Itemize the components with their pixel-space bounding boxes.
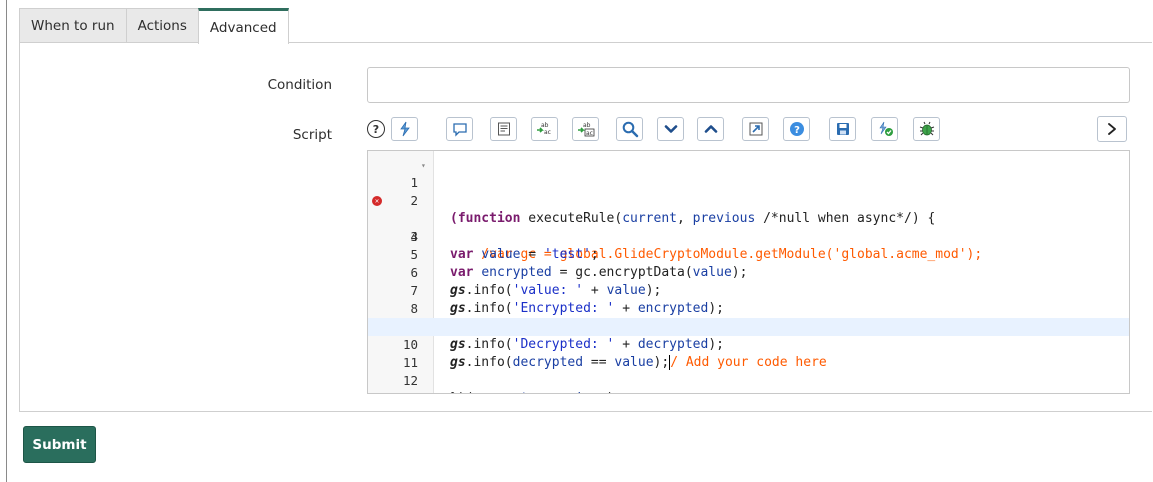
condition-input[interactable]: [367, 67, 1130, 103]
code-line[interactable]: 7 gs.info('Encrypted: ' + encrypted);: [368, 264, 1129, 316]
script-editor[interactable]: 1 ▾ (function executeRule(current, previ…: [367, 150, 1130, 394]
error-icon[interactable]: ✕: [372, 196, 382, 206]
window-left-border: [6, 0, 7, 482]
chevron-down-icon[interactable]: [657, 117, 684, 141]
tab-when-to-run[interactable]: When to run: [19, 8, 127, 43]
code-line[interactable]: 9 gs.info('Decrypted: ' + decrypted);: [368, 300, 1129, 352]
script-help-icon[interactable]: ?: [367, 120, 385, 138]
replace-icon[interactable]: ab ac: [531, 117, 558, 141]
code-line[interactable]: 4 var value = 'test';: [368, 210, 1129, 262]
help-icon[interactable]: ?: [783, 117, 810, 141]
svg-text:ab: ab: [541, 122, 549, 129]
replace-all-icon[interactable]: ab ac: [572, 117, 599, 141]
svg-text:ac: ac: [586, 130, 593, 137]
condition-label: Condition: [267, 77, 332, 93]
toggle-syntax-icon[interactable]: [391, 117, 418, 141]
chevron-up-icon[interactable]: [697, 117, 724, 141]
svg-text:ab: ab: [583, 122, 591, 129]
code-line[interactable]: 11: [368, 336, 1129, 370]
code-text: })(current, previous);: [450, 390, 622, 393]
save-icon[interactable]: [829, 117, 856, 141]
code-line[interactable]: 12 })(current, previous);: [368, 354, 1129, 393]
search-icon[interactable]: [616, 117, 643, 141]
code-line[interactable]: 6 gs.info('value: ' + value);: [368, 246, 1129, 298]
code-line[interactable]: 1 ▾ (function executeRule(current, previ…: [368, 156, 1129, 226]
code-line[interactable]: 5 var encrypted = gc.encryptData(value);: [368, 228, 1129, 280]
submit-button[interactable]: Submit: [23, 426, 96, 463]
tab-advanced[interactable]: Advanced: [197, 8, 289, 44]
fold-arrow-icon[interactable]: ▾: [421, 157, 426, 175]
svg-text:?: ?: [794, 125, 800, 136]
fullscreen-icon[interactable]: [742, 117, 769, 141]
script-label: Script: [292, 127, 332, 143]
code-line[interactable]: 8 var decrypted = gc.decryptData(encrypt…: [368, 282, 1129, 334]
debug-icon[interactable]: [913, 117, 940, 141]
svg-text:ac: ac: [544, 129, 551, 136]
line-number: 12: [402, 373, 418, 388]
tab-bar: When to run Actions Advanced: [19, 8, 289, 44]
tab-actions[interactable]: Actions: [125, 8, 199, 43]
comment-icon[interactable]: [446, 117, 473, 141]
code-line-active[interactable]: 10 gs.info(decrypted == value);/ Add you…: [368, 318, 1129, 370]
expand-right-icon[interactable]: [1097, 116, 1127, 142]
code-line[interactable]: ✕ 3 /var gc = global.GlideCryptoModule.g…: [368, 192, 1129, 262]
format-icon[interactable]: [490, 117, 517, 141]
script-validate-icon[interactable]: [871, 117, 898, 141]
code-line[interactable]: 2: [368, 174, 1129, 208]
